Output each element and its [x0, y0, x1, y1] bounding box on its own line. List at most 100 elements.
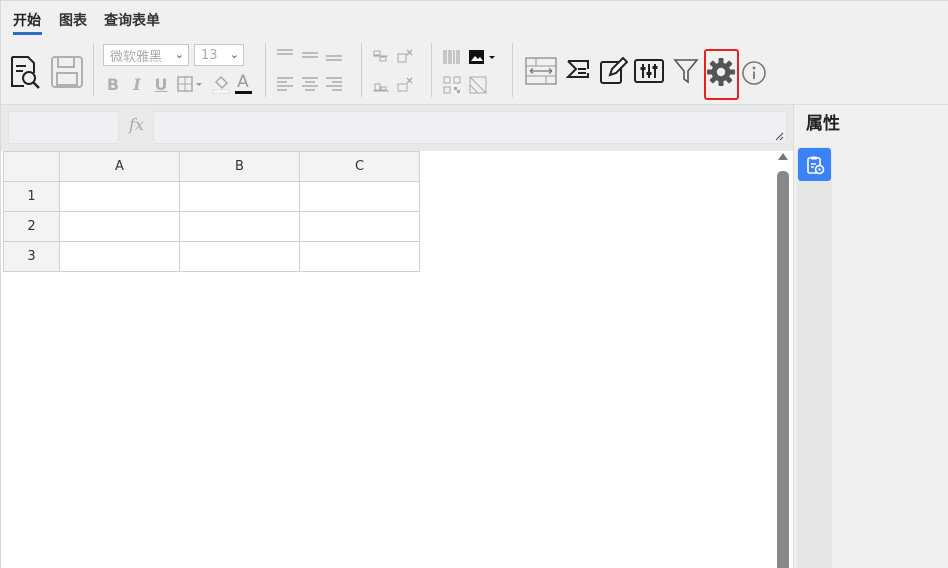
tab-chart[interactable]: 图表	[59, 10, 87, 30]
filter-icon	[673, 59, 699, 84]
column-header-row: A B C	[3, 151, 420, 182]
table-row: 1	[3, 181, 420, 212]
delete-row-button[interactable]	[395, 75, 415, 93]
font-family-select[interactable]: 微软雅黑 ⌄	[103, 44, 189, 66]
qrcode-button[interactable]	[441, 75, 463, 95]
align-center-icon	[302, 77, 318, 91]
chevron-down-icon: ⌄	[174, 48, 184, 61]
report-designer: 开始 图表 查询表单 微软雅黑 ⌄ 13 ⌄ B I U A fx A B C …	[0, 0, 948, 568]
align-top-button[interactable]	[275, 47, 295, 63]
grid-cell[interactable]	[179, 181, 300, 212]
align-middle-button[interactable]	[300, 47, 320, 63]
diagonal-header-button[interactable]	[467, 75, 489, 95]
align-top-icon	[277, 49, 293, 55]
preview-button[interactable]	[7, 53, 43, 91]
font-family-value: 微软雅黑	[110, 49, 163, 65]
resize-handle-icon[interactable]	[774, 131, 784, 141]
edit-icon	[600, 56, 628, 84]
font-color-bar	[234, 90, 252, 94]
row-header[interactable]: 2	[3, 211, 60, 242]
align-center-button[interactable]	[300, 75, 320, 93]
column-width-button[interactable]	[523, 53, 559, 89]
align-right-icon	[326, 77, 342, 91]
bold-button[interactable]: B	[105, 73, 121, 95]
row-header[interactable]: 1	[3, 181, 60, 212]
grid-cell[interactable]	[179, 211, 300, 242]
chevron-down-icon: ⌄	[229, 48, 239, 61]
merge-cells-icon	[373, 50, 388, 62]
delete-row-icon	[397, 77, 413, 92]
clipboard-settings-icon	[806, 156, 824, 174]
grid-cell[interactable]	[299, 211, 420, 242]
tab-query-form[interactable]: 查询表单	[104, 10, 160, 30]
active-tab-indicator	[13, 32, 42, 35]
formula-bar: fx	[1, 105, 793, 151]
grid-cell[interactable]	[59, 211, 180, 242]
italic-button[interactable]: I	[129, 73, 145, 95]
toolbar-separator	[512, 43, 513, 97]
column-header[interactable]: B	[179, 151, 300, 182]
qrcode-icon	[443, 76, 461, 94]
preview-icon	[11, 56, 40, 89]
insert-image-button[interactable]	[467, 47, 499, 67]
align-right-button[interactable]	[324, 75, 344, 93]
sliders-icon	[634, 59, 664, 83]
toolbar: 微软雅黑 ⌄ 13 ⌄ B I U A	[1, 37, 948, 105]
border-icon	[177, 76, 202, 92]
scrollbar-thumb[interactable]	[777, 171, 789, 568]
font-size-select[interactable]: 13 ⌄	[194, 44, 244, 66]
image-icon	[469, 50, 495, 64]
align-bottom-icon	[326, 55, 342, 61]
table-row: 3	[3, 241, 420, 272]
align-left-icon	[277, 77, 293, 91]
grid-cell[interactable]	[59, 241, 180, 272]
font-size-value: 13	[201, 47, 218, 63]
vertical-scrollbar[interactable]	[776, 151, 790, 568]
info-icon	[742, 61, 766, 85]
insert-row-button[interactable]	[371, 75, 391, 93]
grid-cell[interactable]	[299, 241, 420, 272]
fx-label: fx	[129, 115, 144, 134]
row-header[interactable]: 3	[3, 241, 60, 272]
panel-side-strip	[797, 147, 832, 568]
underline-button[interactable]: U	[153, 73, 169, 95]
settings-highlight-box	[704, 49, 739, 100]
formula-input[interactable]	[153, 111, 787, 144]
border-button[interactable]	[177, 74, 205, 94]
data-source-button[interactable]	[563, 55, 595, 87]
insert-row-icon	[373, 83, 389, 92]
font-color-letter: A	[237, 71, 249, 92]
edit-button[interactable]	[598, 55, 628, 87]
cell-properties-button[interactable]	[798, 148, 831, 181]
column-header[interactable]: C	[299, 151, 420, 182]
merge-cells-button[interactable]	[371, 47, 391, 65]
align-bottom-button[interactable]	[324, 47, 344, 63]
panel-title: 属性	[806, 114, 840, 134]
tab-bar: 开始 图表 查询表单	[1, 1, 948, 37]
toolbar-separator	[265, 43, 266, 97]
barcode-icon	[443, 50, 460, 64]
align-left-button[interactable]	[275, 75, 295, 93]
save-button[interactable]	[49, 53, 85, 91]
scroll-up-arrow-icon[interactable]	[778, 153, 788, 160]
toolbar-separator	[361, 43, 362, 97]
paint-bucket-icon	[212, 75, 230, 94]
column-header[interactable]: A	[59, 151, 180, 182]
corner-cell[interactable]	[3, 151, 60, 182]
grid-cell[interactable]	[299, 181, 420, 212]
save-icon	[51, 56, 83, 88]
filter-button[interactable]	[672, 55, 700, 87]
fill-color-button[interactable]	[211, 74, 231, 94]
tab-start[interactable]: 开始	[13, 10, 41, 30]
align-middle-icon	[302, 52, 318, 58]
parameter-settings-button[interactable]	[632, 55, 666, 87]
about-button[interactable]	[741, 59, 767, 87]
cell-name-box[interactable]	[8, 111, 119, 144]
font-color-button[interactable]: A	[234, 71, 252, 95]
split-cells-icon	[397, 49, 413, 63]
split-cells-button[interactable]	[395, 47, 415, 65]
data-source-icon	[565, 60, 589, 78]
barcode-button[interactable]	[441, 47, 463, 67]
grid-cell[interactable]	[59, 181, 180, 212]
grid-cell[interactable]	[179, 241, 300, 272]
